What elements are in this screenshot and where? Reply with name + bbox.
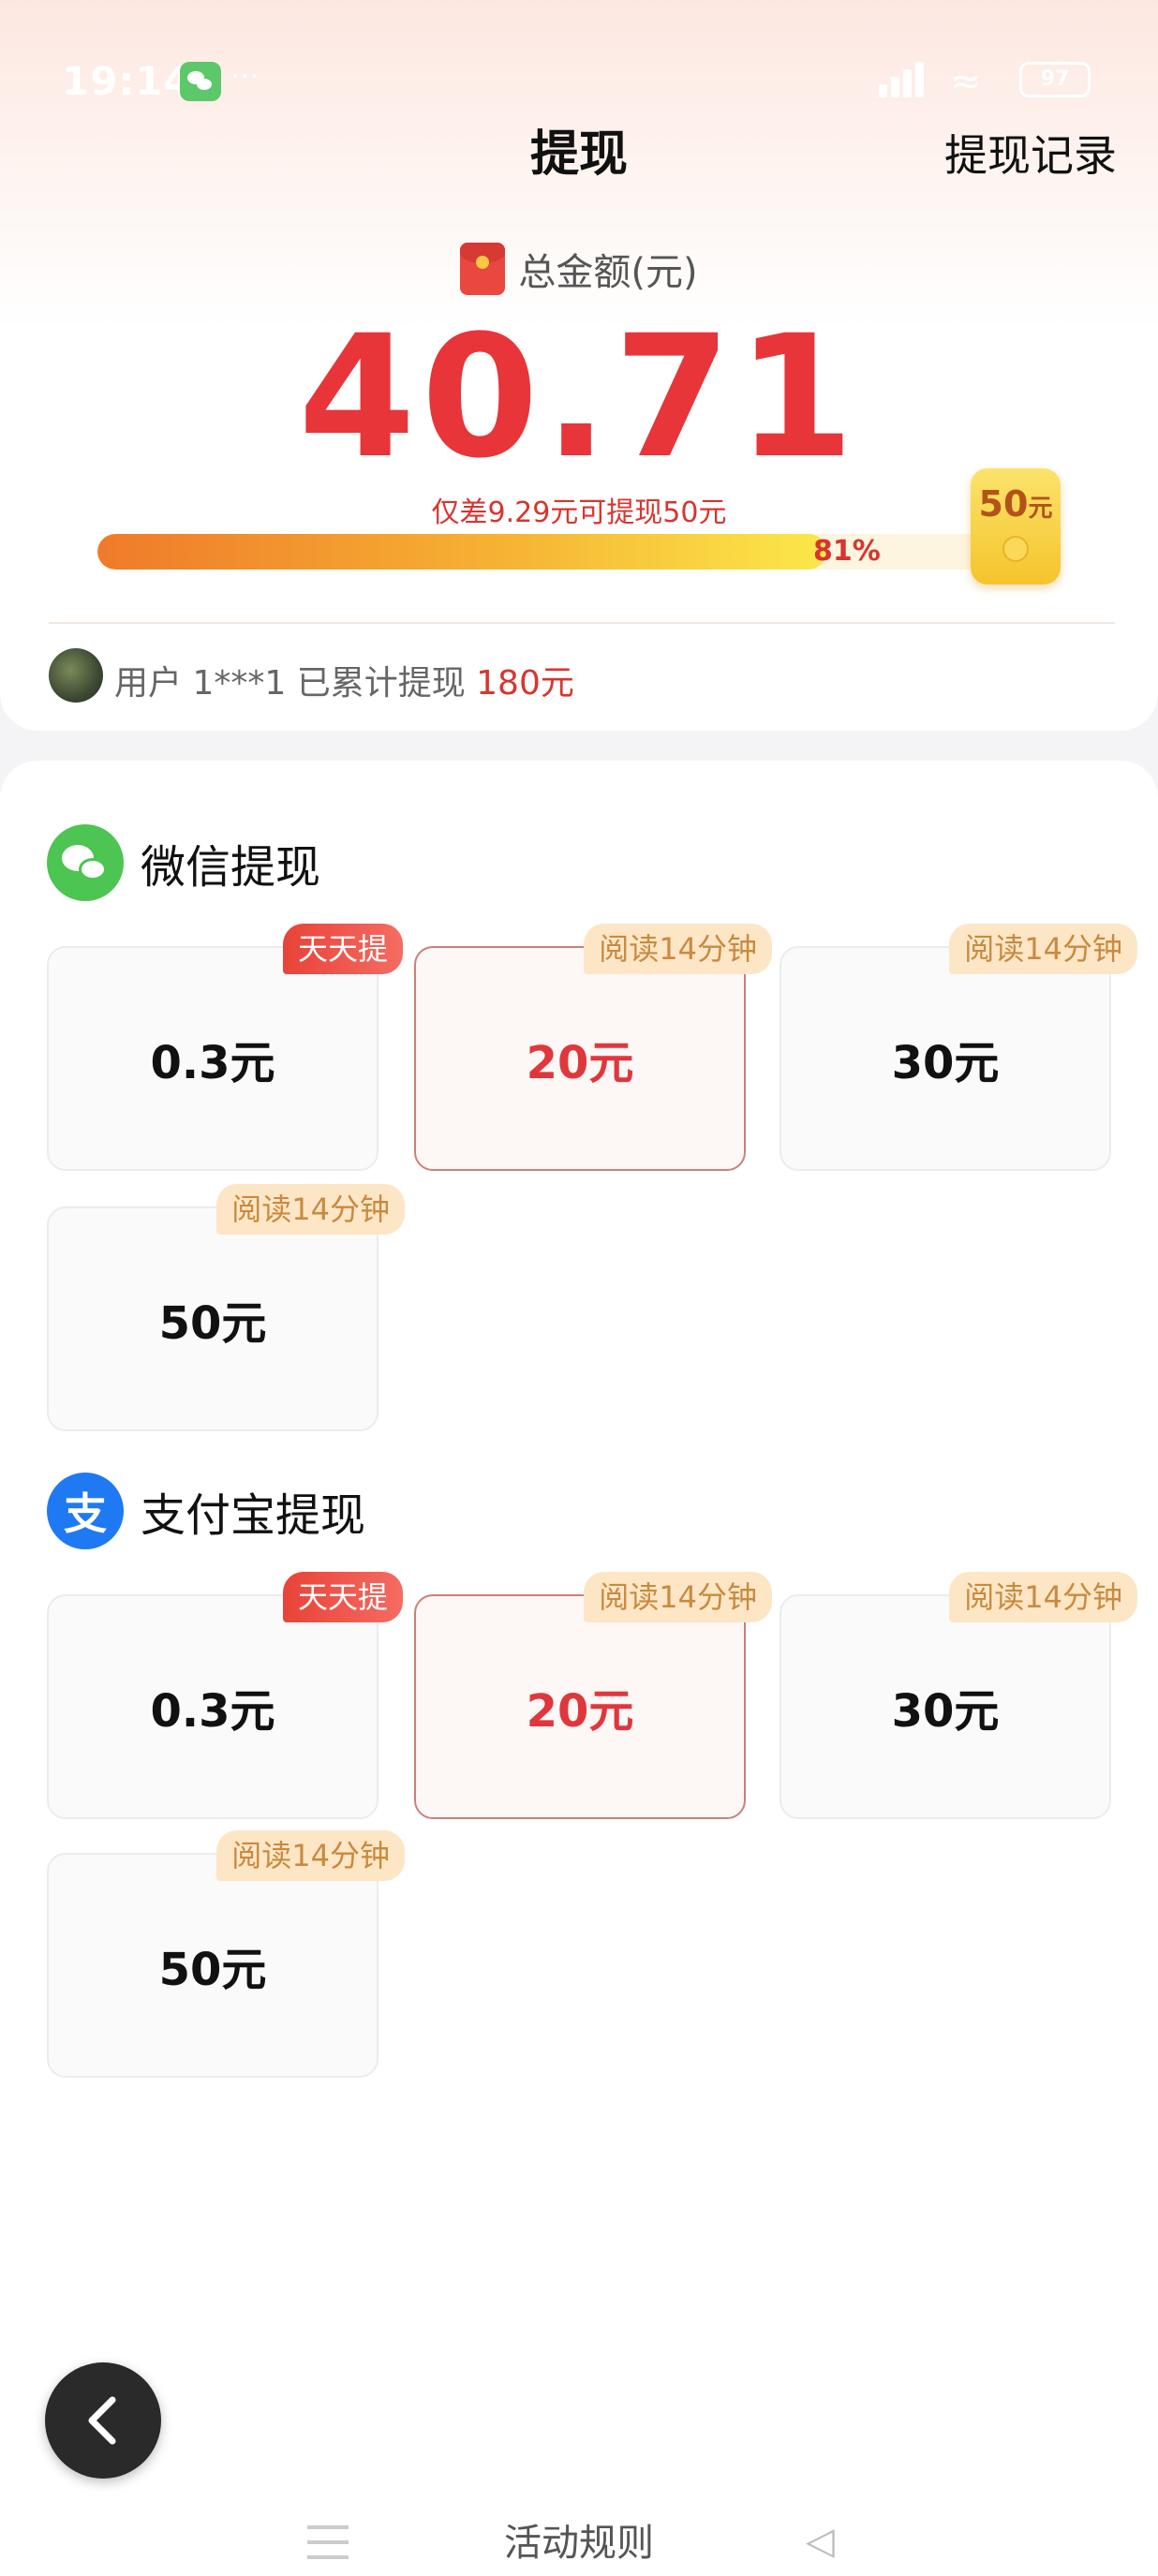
reading-tag: 阅读14分钟 [584,924,772,974]
progress-fill [97,534,826,570]
coin-icon [1002,536,1029,562]
activity-rules-link[interactable]: 活动规则 [0,2512,1158,2567]
progress-percent: 81% [813,535,881,568]
wechat-notification-icon [180,62,221,101]
reading-tag: 阅读14分钟 [584,1572,772,1622]
reading-tag: 阅读14分钟 [949,924,1137,974]
daily-tag: 天天提 [282,1572,403,1622]
back-button[interactable] [45,2362,161,2479]
nav-back-icon[interactable]: ◁ [806,2520,835,2563]
wechat-icon [47,824,124,901]
red-packet-icon [460,243,506,295]
wechat-option-30[interactable]: 30元 阅读14分钟 [779,924,1137,1171]
daily-tag: 天天提 [282,924,403,974]
avatar [49,648,103,703]
total-amount-value: 40.71 [298,300,860,496]
wifi-icon: ≈ [950,60,982,103]
total-label-row: 总金额(元) [0,242,1158,296]
signal-icon [879,62,935,97]
target-red-packet-badge: 50元 [971,468,1061,585]
status-dots: ··· [230,58,260,94]
alipay-section-title: 支付宝提现 [141,1489,366,1542]
battery-icon: 97 [1019,62,1091,97]
wechat-section-title: 微信提现 [141,841,321,894]
divider [49,622,1115,624]
alipay-option-50[interactable]: 50元 阅读14分钟 [47,1830,405,2078]
reading-tag: 阅读14分钟 [216,1830,405,1881]
status-time: 19:14 [62,58,192,104]
wechat-section-header: 微信提现 [47,824,320,901]
alipay-option-0-3[interactable]: 0.3元 天天提 [47,1572,403,1819]
alipay-section-header: 支 支付宝提现 [47,1473,365,1549]
target-amount: 50元 [978,483,1053,525]
withdraw-ticker: 用户 1***1 已累计提现 180元 [114,664,574,703]
alipay-option-30[interactable]: 30元 阅读14分钟 [779,1572,1137,1819]
reading-tag: 阅读14分钟 [216,1184,405,1235]
chevron-left-icon [88,2396,116,2445]
alipay-option-20[interactable]: 20元 阅读14分钟 [414,1572,772,1819]
wechat-option-20[interactable]: 20元 阅读14分钟 [414,924,772,1171]
total-amount-label: 总金额(元) [518,251,698,294]
alipay-icon: 支 [47,1473,124,1549]
reading-tag: 阅读14分钟 [949,1572,1137,1622]
wechat-option-50[interactable]: 50元 阅读14分钟 [47,1184,405,1431]
withdraw-history-link[interactable]: 提现记录 [944,122,1117,184]
wechat-option-0-3[interactable]: 0.3元 天天提 [47,924,403,1171]
